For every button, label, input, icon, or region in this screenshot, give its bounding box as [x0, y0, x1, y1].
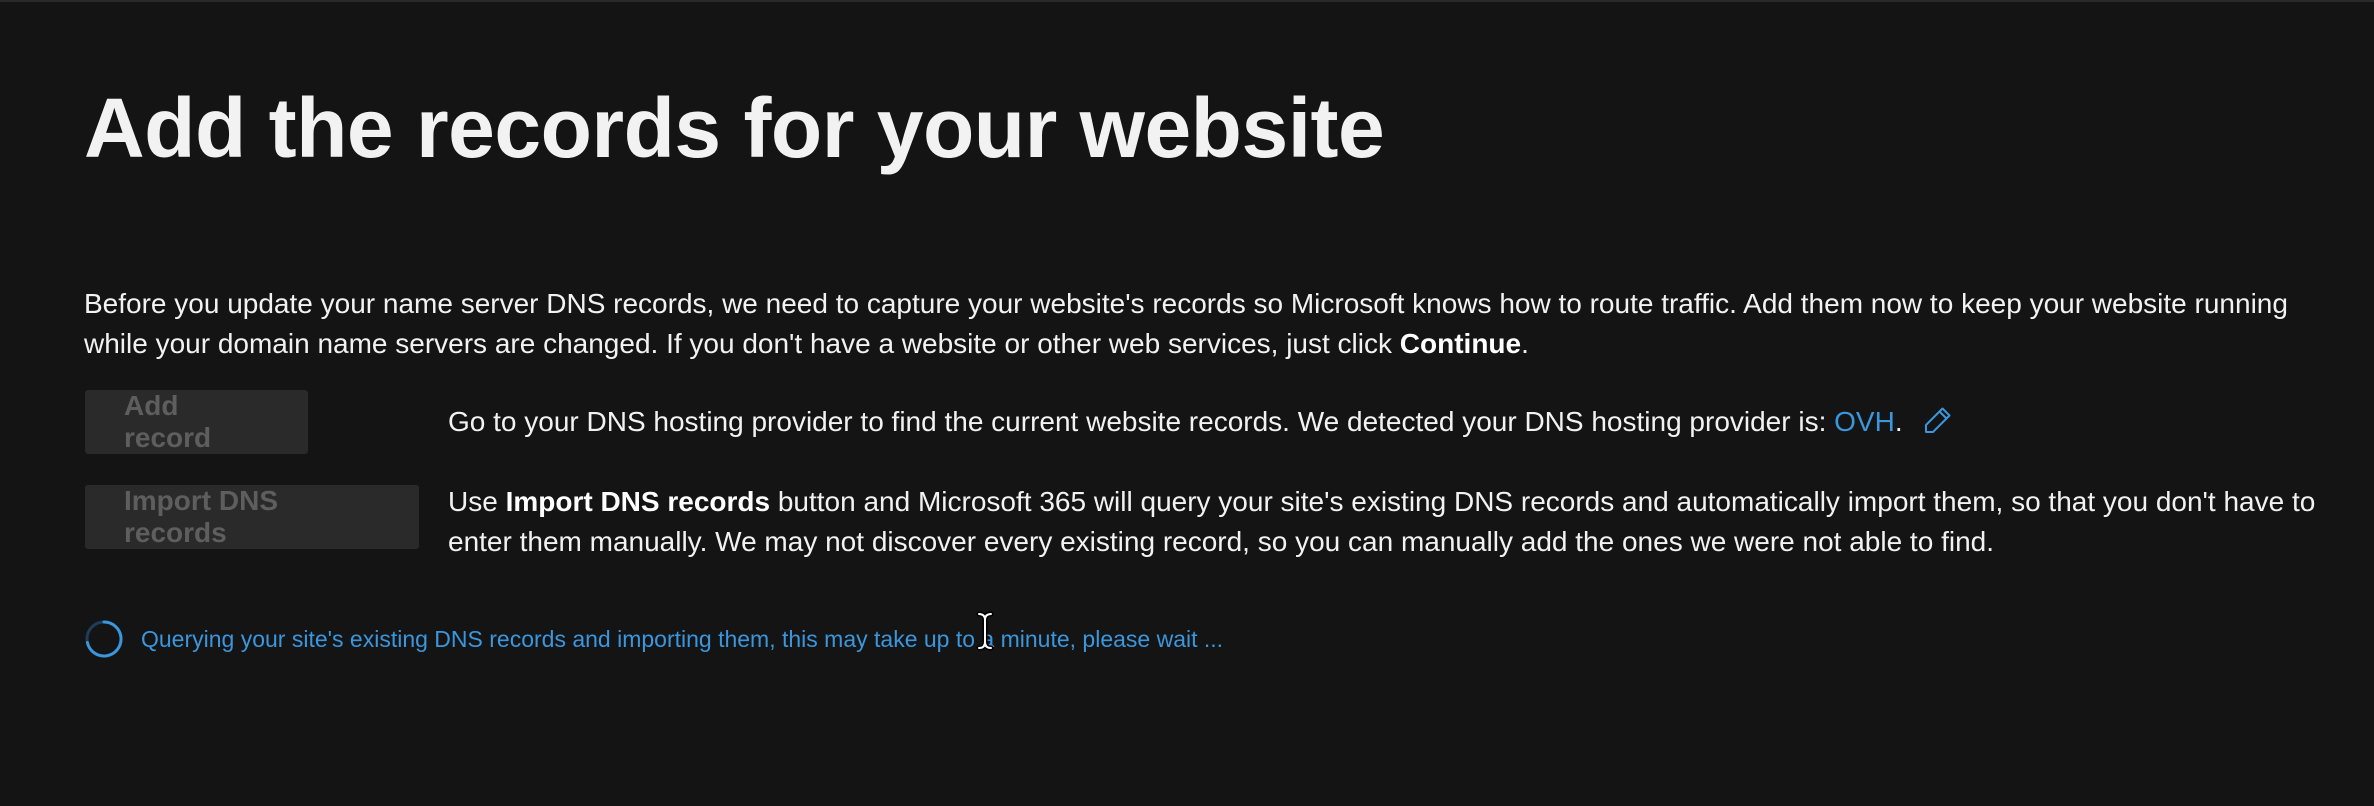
- import-prefix: Use: [448, 486, 506, 517]
- pencil-icon[interactable]: [1923, 405, 1953, 435]
- import-dns-records-button[interactable]: Import DNS records: [85, 485, 419, 549]
- status-message: Querying your site's existing DNS record…: [141, 625, 1224, 652]
- provider-text: Go to your DNS hosting provider to find …: [448, 406, 1835, 437]
- text-cursor-icon: [976, 611, 994, 651]
- page-title: Add the records for your website: [84, 81, 1385, 175]
- provider-link[interactable]: OVH: [1834, 406, 1895, 437]
- intro-continue-emphasis: Continue: [1399, 328, 1522, 359]
- intro-end: .: [1521, 328, 1529, 359]
- import-emphasis: Import DNS records: [505, 486, 771, 517]
- provider-description: Go to your DNS hosting provider to find …: [448, 402, 1953, 442]
- add-record-button[interactable]: Add record: [85, 390, 308, 454]
- intro-text: Before you update your name server DNS r…: [84, 288, 2288, 359]
- provider-end: .: [1894, 406, 1903, 437]
- spinner-icon: [84, 619, 124, 659]
- import-status: Querying your site's existing DNS record…: [84, 619, 1223, 659]
- intro-paragraph: Before you update your name server DNS r…: [84, 284, 2324, 364]
- import-description: Use Import DNS records button and Micros…: [448, 482, 2338, 562]
- dns-records-page: Add the records for your website Before …: [0, 0, 2374, 806]
